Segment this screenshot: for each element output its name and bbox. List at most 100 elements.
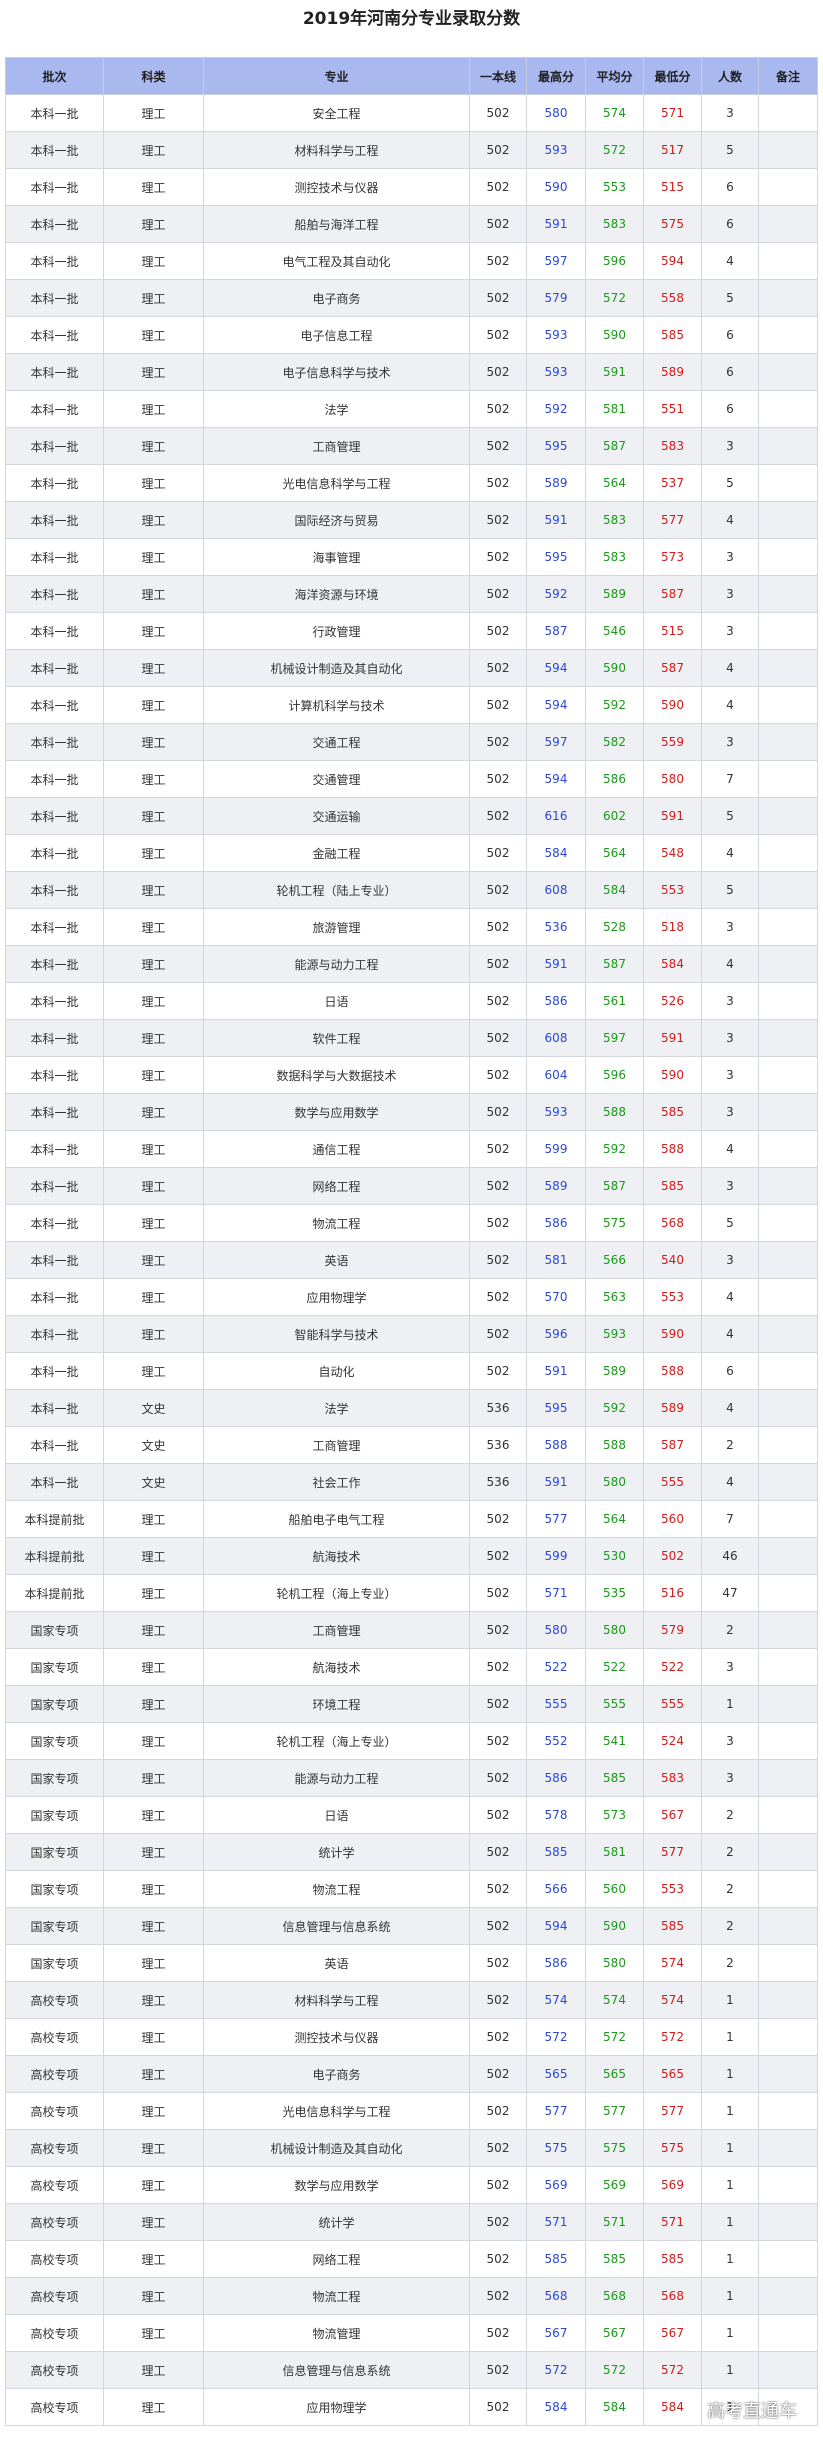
cutoff-cell: 502 (469, 723, 527, 761)
table-row: 本科一批 理工 电气工程及其自动化 502 597 596 594 4 (5, 242, 818, 280)
avg-score-cell: 591 (585, 353, 644, 391)
min-score-cell: 585 (643, 316, 702, 354)
category-cell: 理工 (103, 1167, 204, 1205)
max-score-cell: 591 (526, 501, 586, 539)
remarks-cell (758, 242, 818, 280)
batch-cell: 高校专项 (5, 2314, 104, 2352)
remarks-cell (758, 2092, 818, 2130)
count-cell: 3 (701, 612, 759, 650)
max-score-cell: 586 (526, 1204, 586, 1242)
cutoff-cell: 502 (469, 2129, 527, 2167)
table-row: 本科提前批 理工 航海技术 502 599 530 502 46 (5, 1537, 818, 1575)
category-cell: 理工 (103, 1833, 204, 1871)
avg-score-cell: 571 (585, 2203, 644, 2241)
major-cell: 能源与动力工程 (203, 1759, 470, 1797)
remarks-cell (758, 908, 818, 946)
min-score-cell: 540 (643, 1241, 702, 1279)
batch-cell: 高校专项 (5, 2129, 104, 2167)
header-remarks: 备注 (758, 57, 818, 95)
cutoff-cell: 502 (469, 316, 527, 354)
cutoff-cell: 502 (469, 538, 527, 576)
max-score-cell: 587 (526, 612, 586, 650)
avg-score-cell: 581 (585, 1833, 644, 1871)
avg-score-cell: 568 (585, 2277, 644, 2315)
remarks-cell (758, 390, 818, 428)
watermark: 高考直通车 (707, 2401, 797, 2422)
count-cell: 3 (701, 1167, 759, 1205)
major-cell: 机械设计制造及其自动化 (203, 649, 470, 687)
remarks-cell (758, 2240, 818, 2278)
max-score-cell: 593 (526, 1093, 586, 1131)
table-row: 本科一批 理工 电子信息工程 502 593 590 585 6 (5, 316, 818, 354)
category-cell: 理工 (103, 1870, 204, 1908)
cutoff-cell: 502 (469, 1019, 527, 1057)
cutoff-cell: 536 (469, 1426, 527, 1464)
batch-cell: 本科一批 (5, 1352, 104, 1390)
batch-cell: 高校专项 (5, 1981, 104, 2019)
header-avg-score: 平均分 (585, 57, 644, 95)
cutoff-cell: 502 (469, 1167, 527, 1205)
avg-score-cell: 582 (585, 723, 644, 761)
count-cell: 3 (701, 575, 759, 613)
category-cell: 理工 (103, 686, 204, 724)
max-score-cell: 580 (526, 1611, 586, 1649)
batch-cell: 国家专项 (5, 1870, 104, 1908)
category-cell: 理工 (103, 2240, 204, 2278)
remarks-cell (758, 2166, 818, 2204)
avg-score-cell: 573 (585, 1796, 644, 1834)
major-cell: 电气工程及其自动化 (203, 242, 470, 280)
max-score-cell: 570 (526, 1278, 586, 1316)
count-cell: 1 (701, 2018, 759, 2056)
remarks-cell (758, 1389, 818, 1427)
cutoff-cell: 502 (469, 2018, 527, 2056)
remarks-cell (758, 2277, 818, 2315)
min-score-cell: 574 (643, 1981, 702, 2019)
count-cell: 1 (701, 2240, 759, 2278)
category-cell: 理工 (103, 834, 204, 872)
category-cell: 理工 (103, 1130, 204, 1168)
count-cell: 4 (701, 501, 759, 539)
major-cell: 软件工程 (203, 1019, 470, 1057)
table-row: 本科提前批 理工 轮机工程（海上专业） 502 571 535 516 47 (5, 1574, 818, 1612)
category-cell: 理工 (103, 94, 204, 132)
avg-score-cell: 587 (585, 1167, 644, 1205)
cutoff-cell: 502 (469, 390, 527, 428)
category-cell: 理工 (103, 1611, 204, 1649)
table-row: 本科一批 理工 测控技术与仪器 502 590 553 515 6 (5, 168, 818, 206)
major-cell: 海洋资源与环境 (203, 575, 470, 613)
batch-cell: 高校专项 (5, 2018, 104, 2056)
count-cell: 6 (701, 205, 759, 243)
avg-score-cell: 584 (585, 871, 644, 909)
cutoff-cell: 502 (469, 1130, 527, 1168)
batch-cell: 本科一批 (5, 279, 104, 317)
avg-score-cell: 588 (585, 1093, 644, 1131)
batch-cell: 本科一批 (5, 945, 104, 983)
cutoff-cell: 502 (469, 464, 527, 502)
remarks-cell (758, 94, 818, 132)
batch-cell: 本科一批 (5, 1204, 104, 1242)
remarks-cell (758, 427, 818, 465)
min-score-cell: 553 (643, 1870, 702, 1908)
major-cell: 航海技术 (203, 1537, 470, 1575)
category-cell: 理工 (103, 1722, 204, 1760)
max-score-cell: 592 (526, 575, 586, 613)
batch-cell: 本科一批 (5, 353, 104, 391)
major-cell: 电子商务 (203, 279, 470, 317)
header-category: 科类 (103, 57, 204, 95)
remarks-cell (758, 538, 818, 576)
max-score-cell: 593 (526, 131, 586, 169)
remarks-cell (758, 723, 818, 761)
remarks-cell (758, 1167, 818, 1205)
remarks-cell (758, 131, 818, 169)
table-row: 高校专项 理工 统计学 502 571 571 571 1 (5, 2203, 818, 2241)
category-cell: 理工 (103, 723, 204, 761)
category-cell: 理工 (103, 2092, 204, 2130)
major-cell: 电子信息工程 (203, 316, 470, 354)
count-cell: 4 (701, 1130, 759, 1168)
major-cell: 行政管理 (203, 612, 470, 650)
major-cell: 光电信息科学与工程 (203, 464, 470, 502)
min-score-cell: 522 (643, 1648, 702, 1686)
remarks-cell (758, 1907, 818, 1945)
cutoff-cell: 502 (469, 2240, 527, 2278)
count-cell: 2 (701, 1907, 759, 1945)
